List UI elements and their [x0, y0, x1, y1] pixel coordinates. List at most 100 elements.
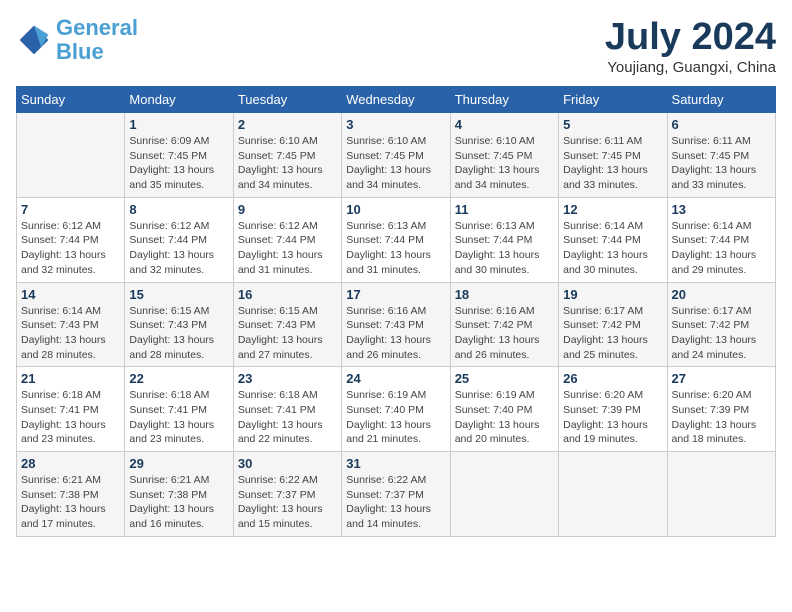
- day-info: Sunrise: 6:12 AM Sunset: 7:44 PM Dayligh…: [21, 219, 120, 278]
- calendar-cell: 9 Sunrise: 6:12 AM Sunset: 7:44 PM Daylig…: [233, 197, 341, 282]
- weekday-header: Tuesday: [233, 87, 341, 113]
- day-number: 21: [21, 371, 120, 386]
- day-number: 13: [672, 202, 771, 217]
- day-info: Sunrise: 6:19 AM Sunset: 7:40 PM Dayligh…: [346, 388, 445, 447]
- day-number: 16: [238, 287, 337, 302]
- calendar-cell: 17 Sunrise: 6:16 AM Sunset: 7:43 PM Dayli…: [342, 282, 450, 367]
- calendar-table: SundayMondayTuesdayWednesdayThursdayFrid…: [16, 86, 776, 537]
- day-number: 2: [238, 117, 337, 132]
- calendar-cell: 18 Sunrise: 6:16 AM Sunset: 7:42 PM Dayli…: [450, 282, 558, 367]
- day-info: Sunrise: 6:16 AM Sunset: 7:42 PM Dayligh…: [455, 304, 554, 363]
- day-number: 22: [129, 371, 228, 386]
- calendar-week-row: 21 Sunrise: 6:18 AM Sunset: 7:41 PM Dayli…: [17, 367, 776, 452]
- calendar-cell: 7 Sunrise: 6:12 AM Sunset: 7:44 PM Daylig…: [17, 197, 125, 282]
- day-number: 20: [672, 287, 771, 302]
- calendar-week-row: 28Sunrise: 6:21 AM Sunset: 7:38 PM Dayli…: [17, 452, 776, 537]
- calendar-cell: 29 Sunrise: 6:21 AM Sunset: 7:38 PM Dayli…: [125, 452, 233, 537]
- day-info: Sunrise: 6:10 AM Sunset: 7:45 PM Dayligh…: [346, 134, 445, 193]
- day-number: 7: [21, 202, 120, 217]
- month-title: July 2024: [605, 16, 776, 59]
- calendar-cell: 20 Sunrise: 6:17 AM Sunset: 7:42 PM Dayli…: [667, 282, 775, 367]
- weekday-header: Saturday: [667, 87, 775, 113]
- calendar-cell: [450, 452, 558, 537]
- calendar-cell: 2 Sunrise: 6:10 AM Sunset: 7:45 PM Daylig…: [233, 113, 341, 198]
- day-number: 9: [238, 202, 337, 217]
- calendar-cell: 1Sunrise: 6:09 AM Sunset: 7:45 PM Daylig…: [125, 113, 233, 198]
- day-number: 25: [455, 371, 554, 386]
- calendar-cell: 10 Sunrise: 6:13 AM Sunset: 7:44 PM Dayli…: [342, 197, 450, 282]
- calendar-cell: 11 Sunrise: 6:13 AM Sunset: 7:44 PM Dayli…: [450, 197, 558, 282]
- calendar-cell: 23Sunrise: 6:18 AM Sunset: 7:41 PM Dayli…: [233, 367, 341, 452]
- calendar-week-row: 7 Sunrise: 6:12 AM Sunset: 7:44 PM Daylig…: [17, 197, 776, 282]
- calendar-cell: 8 Sunrise: 6:12 AM Sunset: 7:44 PM Daylig…: [125, 197, 233, 282]
- weekday-header: Monday: [125, 87, 233, 113]
- calendar-cell: [667, 452, 775, 537]
- weekday-header: Thursday: [450, 87, 558, 113]
- weekday-header-row: SundayMondayTuesdayWednesdayThursdayFrid…: [17, 87, 776, 113]
- day-number: 24: [346, 371, 445, 386]
- day-info: Sunrise: 6:18 AM Sunset: 7:41 PM Dayligh…: [21, 388, 120, 447]
- day-number: 29: [129, 456, 228, 471]
- day-info: Sunrise: 6:18 AM Sunset: 7:41 PM Dayligh…: [129, 388, 228, 447]
- page-header: General Blue July 2024 Youjiang, Guangxi…: [16, 16, 776, 76]
- day-number: 26: [563, 371, 662, 386]
- calendar-cell: 22 Sunrise: 6:18 AM Sunset: 7:41 PM Dayli…: [125, 367, 233, 452]
- day-number: 15: [129, 287, 228, 302]
- day-info: Sunrise: 6:10 AM Sunset: 7:45 PM Dayligh…: [238, 134, 337, 193]
- day-number: 5: [563, 117, 662, 132]
- day-info: Sunrise: 6:09 AM Sunset: 7:45 PM Dayligh…: [129, 134, 228, 193]
- day-info: Sunrise: 6:22 AM Sunset: 7:37 PM Dayligh…: [238, 473, 337, 532]
- calendar-cell: 28Sunrise: 6:21 AM Sunset: 7:38 PM Dayli…: [17, 452, 125, 537]
- calendar-cell: 12 Sunrise: 6:14 AM Sunset: 7:44 PM Dayli…: [559, 197, 667, 282]
- day-number: 18: [455, 287, 554, 302]
- day-info: Sunrise: 6:14 AM Sunset: 7:43 PM Dayligh…: [21, 304, 120, 363]
- logo: General Blue: [16, 16, 138, 64]
- day-info: Sunrise: 6:13 AM Sunset: 7:44 PM Dayligh…: [346, 219, 445, 278]
- day-number: 10: [346, 202, 445, 217]
- day-info: Sunrise: 6:13 AM Sunset: 7:44 PM Dayligh…: [455, 219, 554, 278]
- calendar-cell: 19Sunrise: 6:17 AM Sunset: 7:42 PM Dayli…: [559, 282, 667, 367]
- day-info: Sunrise: 6:21 AM Sunset: 7:38 PM Dayligh…: [21, 473, 120, 532]
- calendar-cell: 27Sunrise: 6:20 AM Sunset: 7:39 PM Dayli…: [667, 367, 775, 452]
- calendar-cell: 16Sunrise: 6:15 AM Sunset: 7:43 PM Dayli…: [233, 282, 341, 367]
- day-info: Sunrise: 6:20 AM Sunset: 7:39 PM Dayligh…: [672, 388, 771, 447]
- day-number: 11: [455, 202, 554, 217]
- calendar-cell: 24 Sunrise: 6:19 AM Sunset: 7:40 PM Dayli…: [342, 367, 450, 452]
- calendar-cell: 15 Sunrise: 6:15 AM Sunset: 7:43 PM Dayli…: [125, 282, 233, 367]
- day-number: 14: [21, 287, 120, 302]
- calendar-cell: 3Sunrise: 6:10 AM Sunset: 7:45 PM Daylig…: [342, 113, 450, 198]
- day-info: Sunrise: 6:10 AM Sunset: 7:45 PM Dayligh…: [455, 134, 554, 193]
- calendar-cell: 21 Sunrise: 6:18 AM Sunset: 7:41 PM Dayli…: [17, 367, 125, 452]
- day-number: 12: [563, 202, 662, 217]
- calendar-cell: 25 Sunrise: 6:19 AM Sunset: 7:40 PM Dayli…: [450, 367, 558, 452]
- day-info: Sunrise: 6:16 AM Sunset: 7:43 PM Dayligh…: [346, 304, 445, 363]
- day-number: 6: [672, 117, 771, 132]
- day-number: 31: [346, 456, 445, 471]
- day-info: Sunrise: 6:18 AM Sunset: 7:41 PM Dayligh…: [238, 388, 337, 447]
- weekday-header: Friday: [559, 87, 667, 113]
- day-info: Sunrise: 6:11 AM Sunset: 7:45 PM Dayligh…: [563, 134, 662, 193]
- day-info: Sunrise: 6:20 AM Sunset: 7:39 PM Dayligh…: [563, 388, 662, 447]
- day-info: Sunrise: 6:14 AM Sunset: 7:44 PM Dayligh…: [672, 219, 771, 278]
- day-info: Sunrise: 6:19 AM Sunset: 7:40 PM Dayligh…: [455, 388, 554, 447]
- calendar-cell: 13 Sunrise: 6:14 AM Sunset: 7:44 PM Dayli…: [667, 197, 775, 282]
- day-info: Sunrise: 6:17 AM Sunset: 7:42 PM Dayligh…: [563, 304, 662, 363]
- day-info: Sunrise: 6:14 AM Sunset: 7:44 PM Dayligh…: [563, 219, 662, 278]
- weekday-header: Wednesday: [342, 87, 450, 113]
- day-info: Sunrise: 6:22 AM Sunset: 7:37 PM Dayligh…: [346, 473, 445, 532]
- day-info: Sunrise: 6:21 AM Sunset: 7:38 PM Dayligh…: [129, 473, 228, 532]
- day-number: 17: [346, 287, 445, 302]
- day-info: Sunrise: 6:15 AM Sunset: 7:43 PM Dayligh…: [129, 304, 228, 363]
- calendar-week-row: 1Sunrise: 6:09 AM Sunset: 7:45 PM Daylig…: [17, 113, 776, 198]
- day-info: Sunrise: 6:12 AM Sunset: 7:44 PM Dayligh…: [129, 219, 228, 278]
- calendar-cell: 26 Sunrise: 6:20 AM Sunset: 7:39 PM Dayli…: [559, 367, 667, 452]
- day-info: Sunrise: 6:12 AM Sunset: 7:44 PM Dayligh…: [238, 219, 337, 278]
- day-number: 8: [129, 202, 228, 217]
- calendar-week-row: 14 Sunrise: 6:14 AM Sunset: 7:43 PM Dayli…: [17, 282, 776, 367]
- calendar-cell: [559, 452, 667, 537]
- calendar-cell: 30Sunrise: 6:22 AM Sunset: 7:37 PM Dayli…: [233, 452, 341, 537]
- day-info: Sunrise: 6:17 AM Sunset: 7:42 PM Dayligh…: [672, 304, 771, 363]
- calendar-cell: 6Sunrise: 6:11 AM Sunset: 7:45 PM Daylig…: [667, 113, 775, 198]
- day-number: 4: [455, 117, 554, 132]
- logo-line2: Blue: [56, 39, 104, 64]
